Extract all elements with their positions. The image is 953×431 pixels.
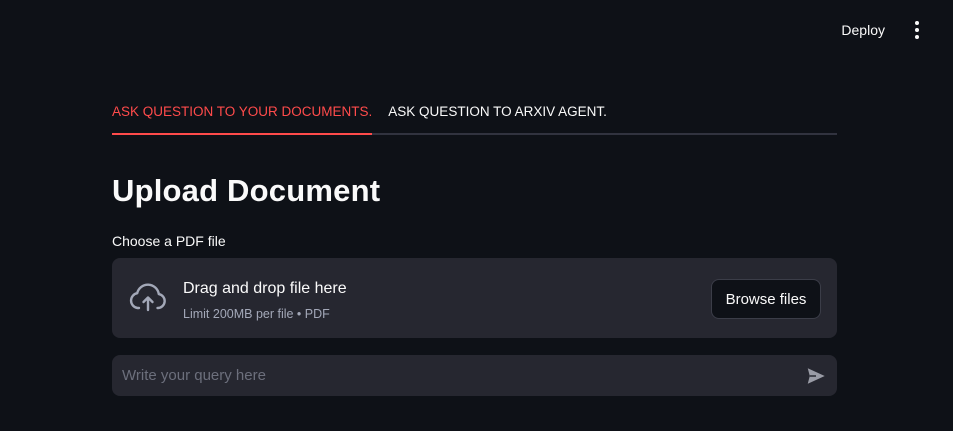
chat-input-container: [112, 355, 837, 396]
menu-dot: [915, 35, 919, 39]
tab-bar: ASK QUESTION TO YOUR DOCUMENTS. ASK QUES…: [112, 92, 837, 135]
query-input[interactable]: [112, 355, 792, 396]
file-uploader-label: Choose a PDF file: [112, 233, 226, 249]
dropzone-text: Drag and drop file here Limit 200MB per …: [183, 279, 347, 322]
deploy-button[interactable]: Deploy: [833, 16, 893, 44]
tab-documents[interactable]: ASK QUESTION TO YOUR DOCUMENTS.: [112, 92, 373, 135]
file-dropzone[interactable]: Drag and drop file here Limit 200MB per …: [112, 258, 837, 338]
menu-dot: [915, 21, 919, 25]
more-vertical-icon[interactable]: [907, 18, 927, 42]
cloud-upload-icon: [129, 283, 166, 312]
dropzone-title: Drag and drop file here: [183, 280, 347, 297]
menu-dot: [915, 28, 919, 32]
send-icon[interactable]: [805, 365, 827, 387]
app-root: Deploy ASK QUESTION TO YOUR DOCUMENTS. A…: [0, 0, 953, 431]
page-title: Upload Document: [112, 173, 381, 208]
tab-arxiv-agent[interactable]: ASK QUESTION TO ARXIV AGENT.: [388, 92, 607, 133]
browse-files-button[interactable]: Browse files: [711, 279, 821, 319]
dropzone-limit: Limit 200MB per file • PDF: [183, 307, 330, 321]
main-content: ASK QUESTION TO YOUR DOCUMENTS. ASK QUES…: [112, 92, 837, 396]
toolbar: Deploy: [833, 0, 953, 60]
